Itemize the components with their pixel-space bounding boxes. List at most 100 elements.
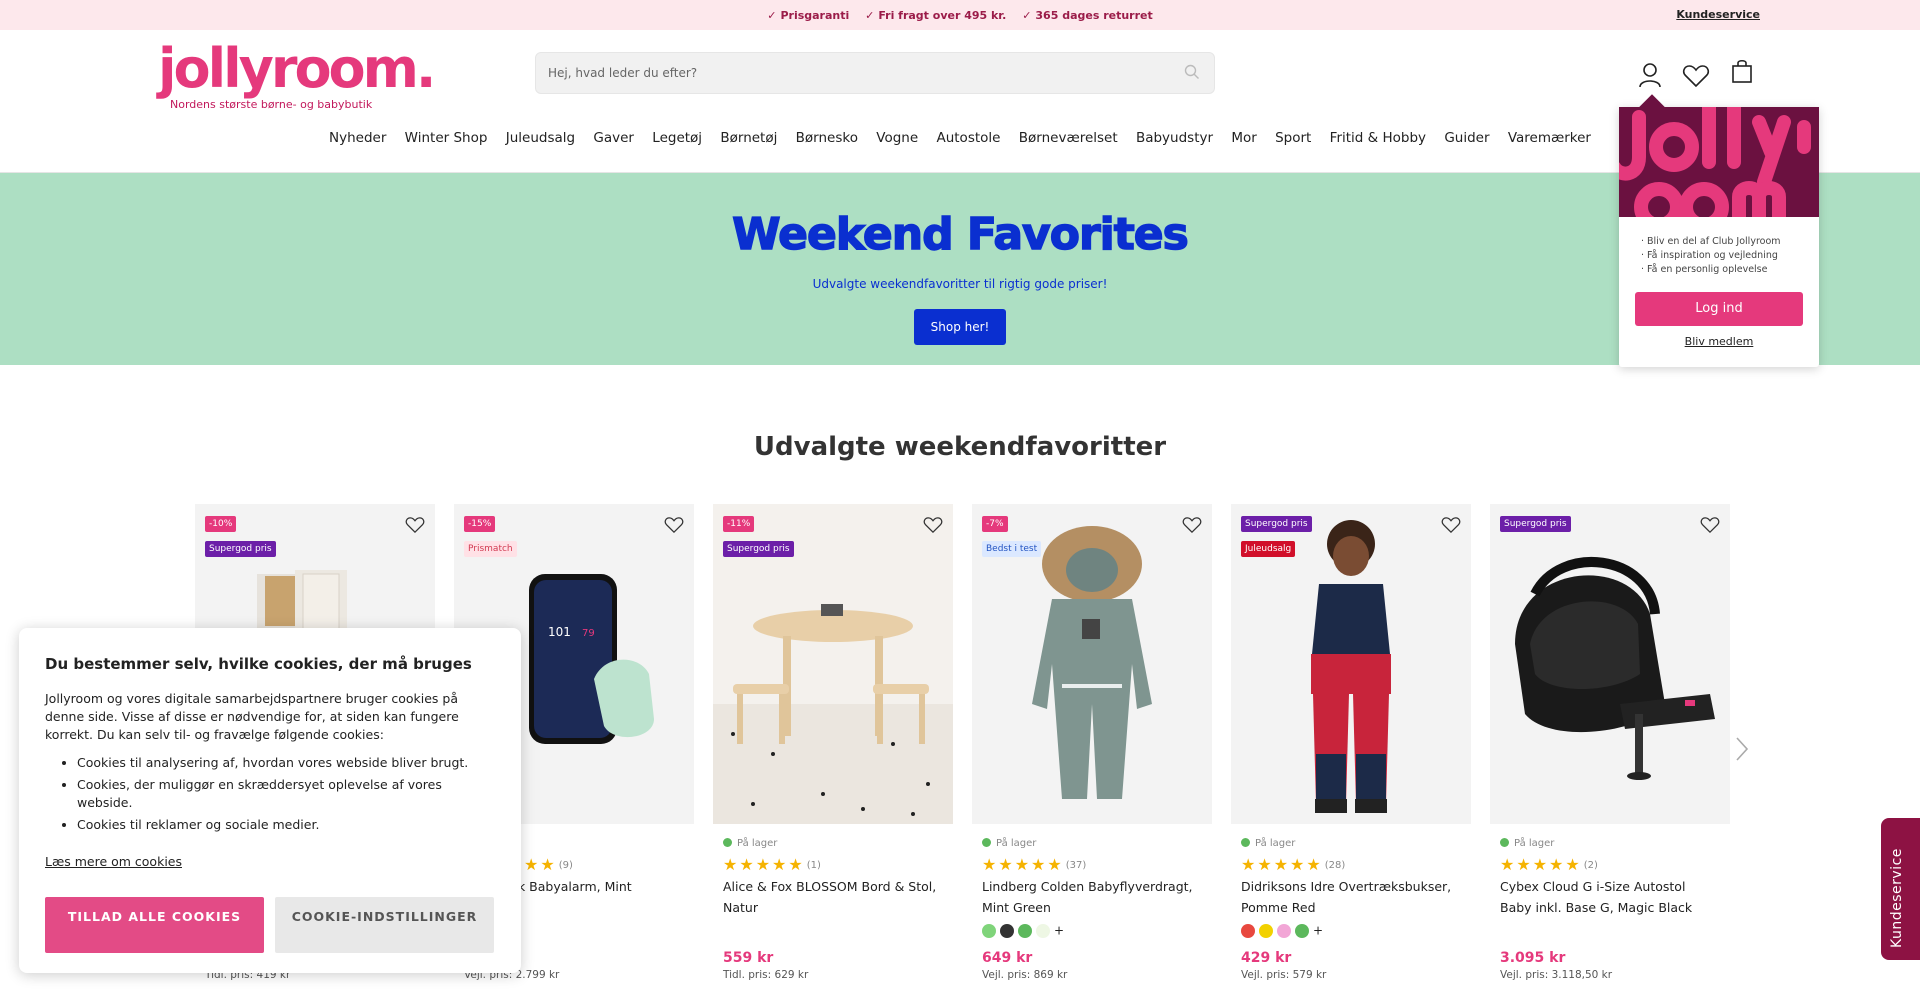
nav-item-sport[interactable]: Sport (1275, 130, 1311, 146)
logo[interactable]: jollyroom. Nordens største børne- og bab… (158, 37, 436, 112)
stock-text: På lager (1514, 838, 1555, 849)
review-count: (1) (806, 860, 821, 871)
product-name[interactable]: Didriksons Idre Overtræksbukser, Pomme R… (1241, 876, 1461, 918)
color-swatches: + (1241, 920, 1323, 939)
product-card[interactable]: Supergod pris Juleudsalg På lager ★★★★★(… (1231, 504, 1471, 993)
product-card[interactable]: Supergod pris På lager ★★★★★ (2) Cybex Cl… (1490, 504, 1730, 993)
in-stock-dot-icon (1241, 838, 1250, 847)
wishlist-heart-icon[interactable] (1182, 516, 1202, 538)
club-banner-image (1619, 107, 1819, 217)
cookie-settings-button[interactable]: COOKIE-INDSTILLINGER (275, 897, 494, 953)
review-count: (9) (558, 860, 573, 871)
in-stock-dot-icon (723, 838, 732, 847)
carousel-next-chevron-icon[interactable] (1735, 736, 1749, 766)
customer-service-tab[interactable]: Kundeservice (1881, 818, 1920, 960)
nav-item-legetoj[interactable]: Legetøj (652, 130, 702, 146)
product-name[interactable]: Alice & Fox BLOSSOM Bord & Stol, Natur (723, 876, 943, 918)
wishlist-heart-icon[interactable] (1441, 516, 1461, 538)
customer-service-link[interactable]: Kundeservice (1676, 8, 1760, 21)
product-name[interactable]: Lindberg Colden Babyflyverdragt, Mint Gr… (982, 876, 1202, 918)
usp-text: Prisgaranti (780, 9, 850, 22)
nav-item-guider[interactable]: Guider (1444, 130, 1489, 146)
cookie-list-item: Cookies til analysering af, hvordan vore… (77, 754, 477, 772)
product-price: 429 kr (1241, 950, 1292, 966)
usp-text: Fri fragt over 495 kr. (878, 9, 1007, 22)
color-swatch[interactable] (1000, 923, 1014, 938)
color-swatch[interactable] (1018, 923, 1032, 938)
stock-text: På lager (996, 838, 1037, 849)
discount-badge: -10% (205, 516, 237, 532)
cookie-title: Du bestemmer selv, hvilke cookies, der m… (45, 655, 472, 673)
customer-service-tab-label: Kundeservice (1889, 848, 1905, 948)
allow-all-cookies-button[interactable]: TILLAD ALLE COOKIES (45, 897, 264, 953)
supergod-pris-badge: Supergod pris (205, 541, 276, 557)
nav-item-varemaerker[interactable]: Varemærker (1508, 130, 1591, 146)
product-card[interactable]: -11% Supergod pris På lager ★★★★★ (1) Ali… (713, 504, 953, 993)
discount-badge: -15% (464, 516, 496, 532)
color-swatch[interactable] (1241, 923, 1255, 938)
color-swatch[interactable] (1036, 923, 1050, 938)
supergod-pris-badge: Supergod pris (1500, 516, 1571, 532)
more-colors-icon[interactable]: + (1054, 924, 1064, 938)
check-icon: ✓ (767, 9, 777, 22)
nav-item-winter-shop[interactable]: Winter Shop (405, 130, 488, 146)
discount-badge: -7% (982, 516, 1008, 532)
product-rating: ★★★★★ (28) (1241, 855, 1346, 874)
color-swatch[interactable] (1259, 923, 1273, 938)
color-swatch[interactable] (982, 923, 996, 938)
product-rating: ★★★★★ (1) (723, 855, 821, 874)
login-popup: · Bliv en del af Club Jollyroom · Få ins… (1619, 94, 1819, 367)
wishlist-heart-icon[interactable] (405, 516, 425, 538)
color-swatch[interactable] (1295, 923, 1309, 938)
nav-item-vogne[interactable]: Vogne (876, 130, 918, 146)
nav-item-juleudsalg[interactable]: Juleudsalg (506, 130, 575, 146)
nav-item-nyheder[interactable]: Nyheder (329, 130, 386, 146)
nav-item-fritid-hobby[interactable]: Fritid & Hobby (1330, 130, 1426, 146)
nav-item-bornesko[interactable]: Børnesko (796, 130, 858, 146)
nav-item-bornetoj[interactable]: Børnetøj (720, 130, 777, 146)
product-rating: ★★★★★ (2) (1500, 855, 1598, 874)
wishlist-heart-icon[interactable] (664, 516, 684, 538)
perk-item: · Få en personlig oplevelse (1641, 264, 1768, 275)
product-rating: ★★ (9) (524, 855, 573, 874)
nav-item-gaver[interactable]: Gaver (593, 130, 634, 146)
become-member-link[interactable]: Bliv medlem (1619, 335, 1819, 348)
nav-item-bornevaerelset[interactable]: Børneværelset (1019, 130, 1118, 146)
nav-item-mor[interactable]: Mor (1231, 130, 1256, 146)
color-swatch[interactable] (1277, 923, 1291, 938)
search-icon[interactable] (1184, 64, 1200, 84)
heart-icon[interactable] (1682, 64, 1710, 92)
more-colors-icon[interactable]: + (1313, 924, 1323, 938)
prismatch-badge: Prismatch (464, 541, 517, 557)
discount-badge: -11% (723, 516, 755, 532)
product-old-price: Tidl. pris: 629 kr (723, 969, 809, 981)
logo-wordmark: jollyroom. (158, 37, 436, 100)
hero-shop-button[interactable]: Shop her! (914, 309, 1006, 345)
login-button[interactable]: Log ind (1635, 292, 1803, 326)
section-title: Udvalgte weekendfavoritter (753, 432, 1167, 462)
nav-item-autostole[interactable]: Autostole (936, 130, 1000, 146)
wishlist-heart-icon[interactable] (923, 516, 943, 538)
stock-status: På lager (982, 838, 1036, 849)
supergod-pris-badge: Supergod pris (723, 541, 794, 557)
search-input[interactable] (536, 53, 1136, 93)
cookie-read-more-link[interactable]: Læs mere om cookies (45, 854, 182, 869)
product-price: 3.095 kr (1500, 950, 1566, 966)
nav-item-babyudstyr[interactable]: Babyudstyr (1136, 130, 1213, 146)
perk-item: · Få inspiration og vejledning (1641, 250, 1778, 261)
cart-icon[interactable] (1731, 58, 1753, 88)
product-rating: ★★★★★ (37) (982, 855, 1087, 874)
usp-bar: ✓ Prisgaranti ✓ Fri fragt over 495 kr. ✓ 36… (0, 0, 1920, 30)
perk-item: · Bliv en del af Club Jollyroom (1641, 236, 1781, 247)
search-box[interactable] (535, 52, 1215, 94)
product-image[interactable] (1490, 504, 1730, 824)
wishlist-heart-icon[interactable] (1700, 516, 1720, 538)
user-icon[interactable] (1638, 62, 1662, 92)
svg-text:101: 101 (548, 625, 571, 639)
product-name[interactable]: Cybex Cloud G i-Size Autostol Baby inkl.… (1500, 876, 1720, 918)
in-stock-dot-icon (982, 838, 991, 847)
product-card[interactable]: -7% Bedst i test På lager ★★★★★ (37) Lind… (972, 504, 1212, 993)
stock-status: På lager (1241, 838, 1295, 849)
cookie-consent-dialog: Du bestemmer selv, hvilke cookies, der m… (19, 628, 521, 973)
supergod-pris-badge: Supergod pris (1241, 516, 1312, 532)
